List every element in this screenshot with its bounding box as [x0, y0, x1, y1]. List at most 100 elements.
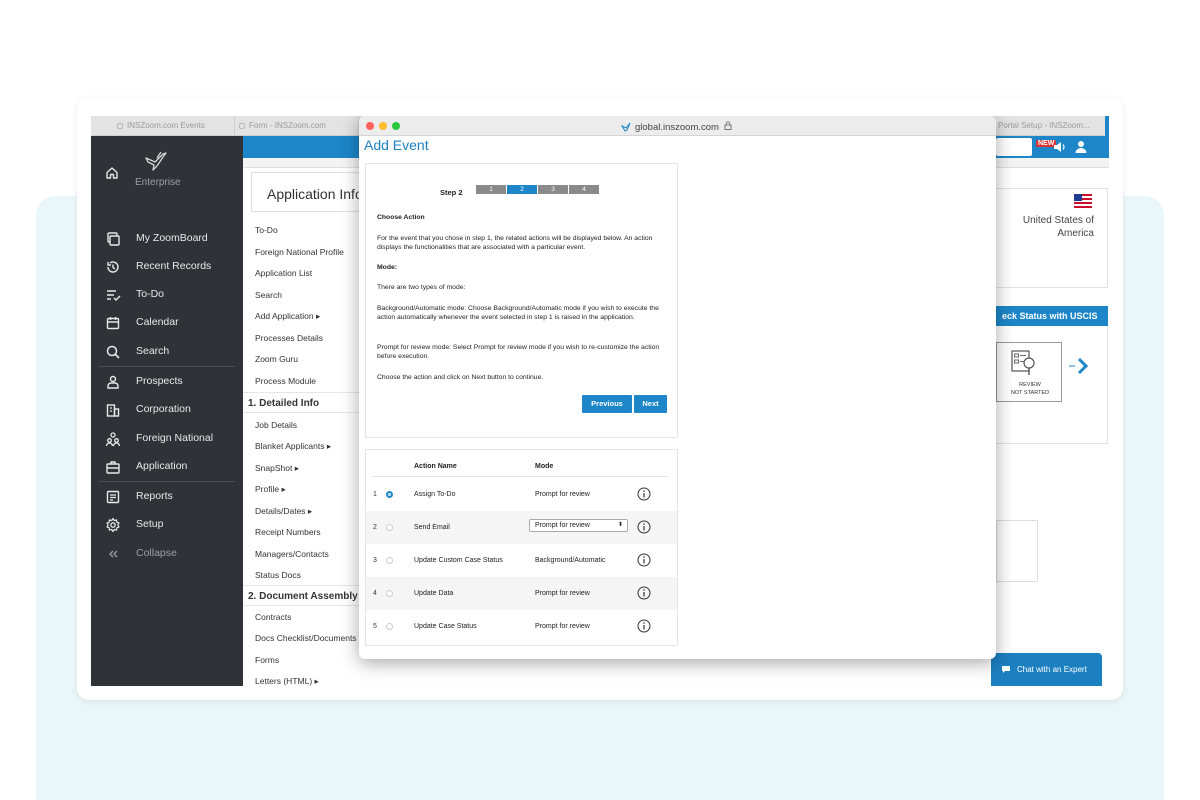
document-review-icon	[1011, 350, 1035, 375]
menu-item[interactable]: Zoom Guru	[255, 354, 298, 364]
sidebar-item-todo[interactable]: To-Do	[91, 282, 243, 308]
check-status-uscis-button[interactable]: eck Status with USCIS	[996, 306, 1108, 326]
menu-item[interactable]: Add Application ▸	[255, 311, 320, 322]
menu-item[interactable]: Blanket Applicants ▸	[255, 441, 331, 452]
sidebar-item-label: Calendar	[136, 316, 179, 328]
browser-tab[interactable]: Form - INSZoom.com	[235, 116, 359, 136]
next-button[interactable]: Next	[634, 395, 667, 413]
radio-unselected[interactable]	[386, 590, 393, 597]
gear-icon	[106, 517, 120, 533]
info-icon[interactable]	[637, 586, 651, 600]
sidebar-item-search[interactable]: Search	[91, 339, 243, 365]
sidebar-item-label: Reports	[136, 490, 173, 502]
header-divider	[372, 476, 667, 477]
sidebar-item-setup[interactable]: Setup	[91, 512, 243, 538]
sidebar-item-calendar[interactable]: Calendar	[91, 310, 243, 336]
review-status-card[interactable]: REVIEW NOT STARTED	[996, 342, 1062, 402]
row-number: 5	[373, 623, 377, 630]
dashboard-icon	[107, 232, 120, 246]
table-row[interactable]: 4 Update Data Prompt for review	[366, 577, 677, 610]
radio-selected[interactable]	[386, 491, 393, 498]
mode-types-text: There are two types of mode:	[377, 284, 466, 291]
sidebar-item-application[interactable]: Application	[91, 454, 243, 480]
menu-item[interactable]: Foreign National Profile	[255, 247, 344, 257]
menu-item[interactable]: SnapShot ▸	[255, 463, 299, 474]
home-icon[interactable]	[105, 166, 119, 180]
intro-text: For the event that you chose in step 1, …	[377, 235, 653, 251]
table-row[interactable]: 3 Update Custom Case Status Background/A…	[366, 544, 677, 577]
sidebar-item-label: Collapse	[136, 547, 177, 559]
close-window-button[interactable]	[366, 122, 374, 130]
sidebar-item-reports[interactable]: Reports	[91, 484, 243, 510]
user-profile-icon[interactable]	[1075, 140, 1087, 154]
sidebar-item-recent-records[interactable]: Recent Records	[91, 254, 243, 280]
step-segment: 3	[538, 185, 568, 194]
table-row[interactable]: 1 Assign To-Do Prompt for review	[366, 478, 677, 511]
menu-item[interactable]: Letters (HTML) ▸	[255, 676, 319, 686]
country-label: United States of America	[1022, 215, 1094, 239]
menu-divider	[243, 585, 363, 586]
sidebar-item-foreign-national[interactable]: Foreign National	[91, 426, 243, 452]
mode-background-text: Background/Automatic mode: Choose Backgr…	[377, 305, 659, 321]
add-event-modal: global.inszoom.com Add Event Step 2 1 2 …	[359, 116, 996, 659]
chevron-right-icon[interactable]	[1069, 356, 1091, 376]
mode-select[interactable]: Prompt for review ⬍	[529, 519, 628, 532]
sidebar-item-corporation[interactable]: Corporation	[91, 397, 243, 423]
menu-item[interactable]: Details/Dates ▸	[255, 506, 312, 517]
url-bar: global.inszoom.com	[621, 121, 732, 133]
menu-item[interactable]: Job Details	[255, 420, 297, 430]
menu-item[interactable]: Receipt Numbers	[255, 527, 321, 537]
menu-item[interactable]: Managers/Contacts	[255, 549, 329, 559]
radio-unselected[interactable]	[386, 623, 393, 630]
review-label: REVIEW	[1019, 382, 1041, 388]
header-search-input[interactable]	[996, 138, 1032, 156]
menu-item[interactable]: Forms	[255, 655, 279, 665]
menu-item[interactable]: Contracts	[255, 612, 291, 622]
table-row[interactable]: 5 Update Case Status Prompt for review	[366, 610, 677, 643]
modal-title: Add Event	[364, 137, 429, 153]
menu-item[interactable]: Profile ▸	[255, 484, 286, 495]
menu-item[interactable]: Docs Checklist/Documents	[255, 633, 357, 643]
sidebar-divider	[99, 366, 235, 367]
announcement-icon[interactable]	[1053, 141, 1067, 153]
background-panel-box	[996, 520, 1038, 582]
sidebar-item-collapse[interactable]: Collapse	[91, 541, 243, 567]
browser-tab[interactable]: INSZoom.com Events	[113, 116, 235, 136]
browser-tab[interactable]: Portal Setup - INSZoom...	[996, 116, 1109, 136]
sidebar-item-zoomboard[interactable]: My ZoomBoard	[91, 226, 243, 252]
info-icon[interactable]	[637, 619, 651, 633]
step-segment: 1	[476, 185, 506, 194]
previous-button[interactable]: Previous	[582, 395, 632, 413]
chat-with-expert-button[interactable]: Chat with an Expert	[991, 653, 1102, 686]
report-icon	[106, 490, 120, 504]
maximize-window-button[interactable]	[392, 122, 400, 130]
row-number: 3	[373, 557, 377, 564]
menu-section-heading: 2. Document Assembly	[248, 591, 358, 602]
action-mode: Prompt for review	[535, 590, 590, 597]
minimize-window-button[interactable]	[379, 122, 387, 130]
table-row[interactable]: 2 Send Email Prompt for review ⬍	[366, 511, 677, 544]
sidebar-divider	[99, 481, 235, 482]
menu-item[interactable]: Process Module	[255, 376, 316, 386]
modal-titlebar: global.inszoom.com	[359, 116, 996, 136]
menu-item[interactable]: To-Do	[255, 225, 278, 235]
sidebar-item-label: Corporation	[136, 403, 191, 415]
menu-item[interactable]: Search	[255, 290, 282, 300]
row-number: 1	[373, 491, 377, 498]
mode-heading: Mode:	[377, 264, 398, 271]
action-name: Assign To-Do	[414, 491, 456, 498]
info-icon[interactable]	[637, 553, 651, 567]
info-icon[interactable]	[637, 487, 651, 501]
url-text: global.inszoom.com	[635, 122, 719, 133]
menu-item[interactable]: Processes Details	[255, 333, 323, 343]
menu-item[interactable]: Application List	[255, 268, 312, 278]
menu-item[interactable]: Status Docs	[255, 570, 301, 580]
select-caret-icon: ⬍	[617, 522, 623, 528]
radio-unselected[interactable]	[386, 557, 393, 564]
building-icon	[106, 404, 120, 417]
sidebar-item-prospects[interactable]: Prospects	[91, 369, 243, 395]
radio-unselected[interactable]	[386, 524, 393, 531]
info-icon[interactable]	[637, 520, 651, 534]
site-logo-icon	[621, 122, 631, 132]
row-number: 4	[373, 590, 377, 597]
